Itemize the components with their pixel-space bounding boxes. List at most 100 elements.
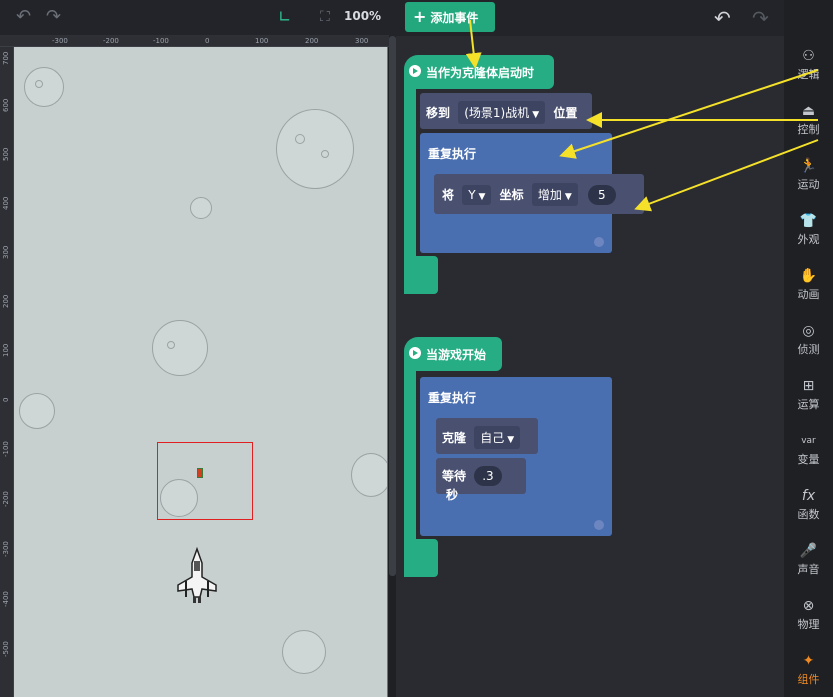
asteroid-sprite[interactable]	[351, 453, 387, 497]
category-components[interactable]: ✦ 组件	[784, 641, 833, 695]
animation-icon: ✋	[799, 268, 818, 284]
wait-seconds-input[interactable]: .3	[474, 466, 502, 486]
loop-icon	[594, 237, 604, 247]
move-to-block[interactable]: 移到 (场景1)战机 ▼ 位置	[420, 93, 592, 129]
category-operators[interactable]: ⊞ 运算	[784, 366, 833, 420]
dropdown-caret-icon: ▼	[507, 435, 515, 445]
event-hat-game-start[interactable]: 当游戏开始	[404, 337, 502, 371]
coordinate-axis-icon[interactable]: ∟	[278, 6, 291, 28]
wait-block[interactable]: 等待 .3 秒	[436, 458, 526, 502]
category-motion[interactable]: 🏃 运动	[784, 146, 833, 200]
play-icon	[409, 65, 421, 77]
operation-dropdown[interactable]: 增加 ▼	[531, 183, 578, 206]
redo-icon[interactable]: ↷	[752, 6, 769, 30]
operators-icon: ⊞	[802, 378, 815, 394]
clone-block[interactable]: 克隆 自己 ▼	[436, 418, 538, 454]
wait-label: 等待	[442, 469, 467, 483]
selection-box[interactable]	[157, 442, 253, 520]
ruler-tick: -200	[103, 37, 119, 45]
ruler-tick: 0	[2, 397, 10, 402]
category-physics[interactable]: ⊗ 物理	[784, 586, 833, 640]
fighter-jet-sprite[interactable]	[174, 547, 220, 605]
axis-value: Y	[468, 188, 476, 202]
ruler-tick: 0	[205, 37, 210, 45]
category-label: 动画	[797, 288, 820, 301]
stage-toolbar: ↶ ↷ ∟ ⛶ 100%	[0, 0, 389, 36]
ruler-tick: 100	[255, 37, 269, 45]
change-coordinate-block[interactable]: 将 Y ▼ 坐标 增加 ▼ 5	[434, 174, 644, 214]
category-label: 组件	[797, 673, 820, 686]
category-label: 逻辑	[797, 68, 820, 81]
target-dropdown[interactable]: (场景1)战机 ▼	[458, 101, 546, 124]
motion-icon: 🏃	[799, 158, 818, 174]
repeat-label: 重复执行	[428, 391, 477, 405]
category-looks[interactable]: 👕 外观	[784, 201, 833, 255]
ruler-tick: 200	[2, 294, 10, 308]
axis-dropdown[interactable]: Y ▼	[462, 185, 492, 205]
ruler-tick: 100	[2, 343, 10, 357]
loop-icon	[594, 520, 604, 530]
play-icon	[409, 347, 421, 359]
asteroid-sprite[interactable]	[276, 109, 354, 189]
add-event-label: 添加事件	[430, 11, 479, 25]
ruler-tick: 400	[2, 196, 10, 210]
clone-target-value: 自己	[480, 431, 505, 445]
event-foot	[404, 539, 438, 577]
operation-value: 增加	[537, 188, 562, 202]
repeat-forever-block[interactable]: 重复执行	[420, 377, 612, 536]
dropdown-caret-icon: ▼	[564, 192, 572, 202]
ruler-tick: -300	[2, 541, 10, 557]
clone-label: 克隆	[442, 431, 467, 445]
event-label: 当游戏开始	[426, 348, 487, 362]
undo-icon[interactable]: ↶	[714, 6, 731, 30]
ruler-tick: 700	[2, 51, 10, 65]
looks-icon: 👕	[799, 213, 818, 229]
asteroid-sprite[interactable]	[152, 320, 208, 376]
editor-scrollbar[interactable]	[389, 36, 396, 576]
clone-target-dropdown[interactable]: 自己 ▼	[474, 426, 521, 449]
undo-icon[interactable]: ↶	[16, 6, 31, 28]
game-stage[interactable]	[14, 47, 388, 697]
asteroid-sprite[interactable]	[24, 67, 64, 107]
ruler-tick: 300	[355, 37, 369, 45]
ruler-tick: -200	[2, 491, 10, 507]
asteroid-sprite[interactable]	[19, 393, 55, 429]
category-functions[interactable]: fx 函数	[784, 476, 833, 530]
category-sensing[interactable]: ◎ 侦测	[784, 311, 833, 365]
category-label: 变量	[797, 453, 820, 466]
category-variables[interactable]: var 变量	[784, 421, 833, 475]
ruler-tick: -500	[2, 641, 10, 657]
app-root: ↶ ↷ ∟ ⛶ 100% -300 -200 -100 0 100 200 30…	[0, 0, 833, 697]
add-event-button[interactable]: + 添加事件	[405, 2, 495, 32]
category-logic[interactable]: ⚇ 逻辑	[784, 36, 833, 90]
category-label: 函数	[797, 508, 820, 521]
ruler-tick: -100	[2, 441, 10, 457]
coord-label: 坐标	[499, 188, 524, 202]
zoom-level[interactable]: 100%	[344, 9, 381, 23]
event-spine	[404, 370, 416, 540]
move-to-label: 移到	[426, 106, 451, 120]
redo-icon[interactable]: ↷	[46, 6, 61, 28]
category-label: 控制	[797, 123, 820, 136]
category-label: 外观	[797, 233, 820, 246]
category-control[interactable]: ⏏ 控制	[784, 91, 833, 145]
category-animation[interactable]: ✋ 动画	[784, 256, 833, 310]
block-category-sidebar: ⚇ 逻辑 ⏏ 控制 🏃 运动 👕 外观 ✋ 动画 ◎ 侦测 ⊞ 运算 var 变量 fx 函数 🎤…	[784, 0, 833, 697]
functions-icon: fx	[801, 488, 816, 504]
dropdown-caret-icon: ▼	[478, 192, 486, 202]
category-sound[interactable]: 🎤 声音	[784, 531, 833, 585]
logic-icon: ⚇	[802, 48, 815, 64]
fit-screen-icon[interactable]: ⛶	[320, 6, 330, 28]
asteroid-sprite[interactable]	[190, 197, 212, 219]
ruler-horizontal: -300 -200 -100 0 100 200 300	[0, 36, 389, 47]
category-label: 声音	[797, 563, 820, 576]
control-icon: ⏏	[801, 103, 816, 119]
set-label: 将	[442, 188, 455, 202]
plus-icon: +	[413, 7, 427, 26]
bullet-sprite[interactable]	[197, 468, 203, 478]
asteroid-sprite[interactable]	[282, 630, 326, 674]
event-hat-clone-start[interactable]: 当作为克隆体启动时	[404, 55, 554, 89]
position-label: 位置	[553, 106, 578, 120]
amount-input[interactable]: 5	[587, 185, 616, 205]
category-label: 物理	[797, 618, 820, 631]
